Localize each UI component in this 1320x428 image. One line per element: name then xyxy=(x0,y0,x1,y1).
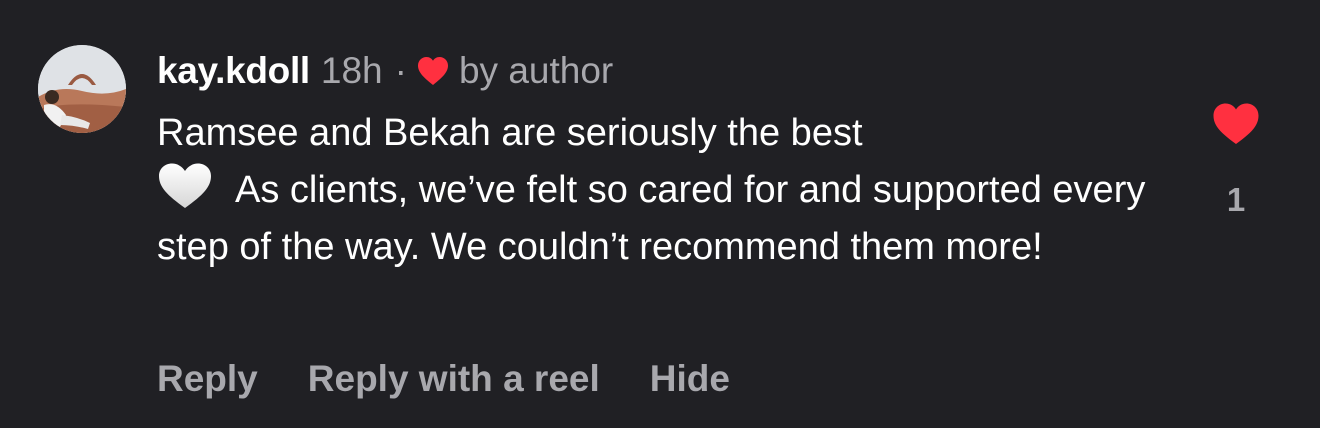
like-area: 1 xyxy=(1196,102,1276,220)
white-heart-emoji-icon xyxy=(159,163,211,208)
comment-actions: Reply Reply with a reel Hide xyxy=(157,356,730,402)
comment-text: Ramsee and Bekah are seriously the best … xyxy=(157,105,1157,276)
timestamp[interactable]: 18h xyxy=(321,48,383,94)
avatar-photo xyxy=(38,45,126,133)
comment-header: kay.kdoll 18h · by author xyxy=(157,48,613,94)
reply-button[interactable]: Reply xyxy=(157,356,258,402)
liked-by-author-label: by author xyxy=(458,50,614,91)
separator-dot: · xyxy=(394,50,407,91)
comment-text-rest: As clients, we’ve felt so cared for and … xyxy=(157,169,1146,268)
liked-by-author-heart-icon xyxy=(417,57,448,85)
comment: kay.kdoll 18h · by author Ramsee and Bek… xyxy=(0,0,1320,428)
avatar[interactable] xyxy=(38,45,126,133)
like-count[interactable]: 1 xyxy=(1196,180,1276,220)
reply-with-reel-button[interactable]: Reply with a reel xyxy=(308,356,600,402)
like-heart-icon[interactable] xyxy=(1212,102,1260,146)
comment-text-line1: Ramsee and Bekah are seriously the best xyxy=(157,112,863,154)
username[interactable]: kay.kdoll xyxy=(157,48,310,94)
hide-button[interactable]: Hide xyxy=(650,356,730,402)
